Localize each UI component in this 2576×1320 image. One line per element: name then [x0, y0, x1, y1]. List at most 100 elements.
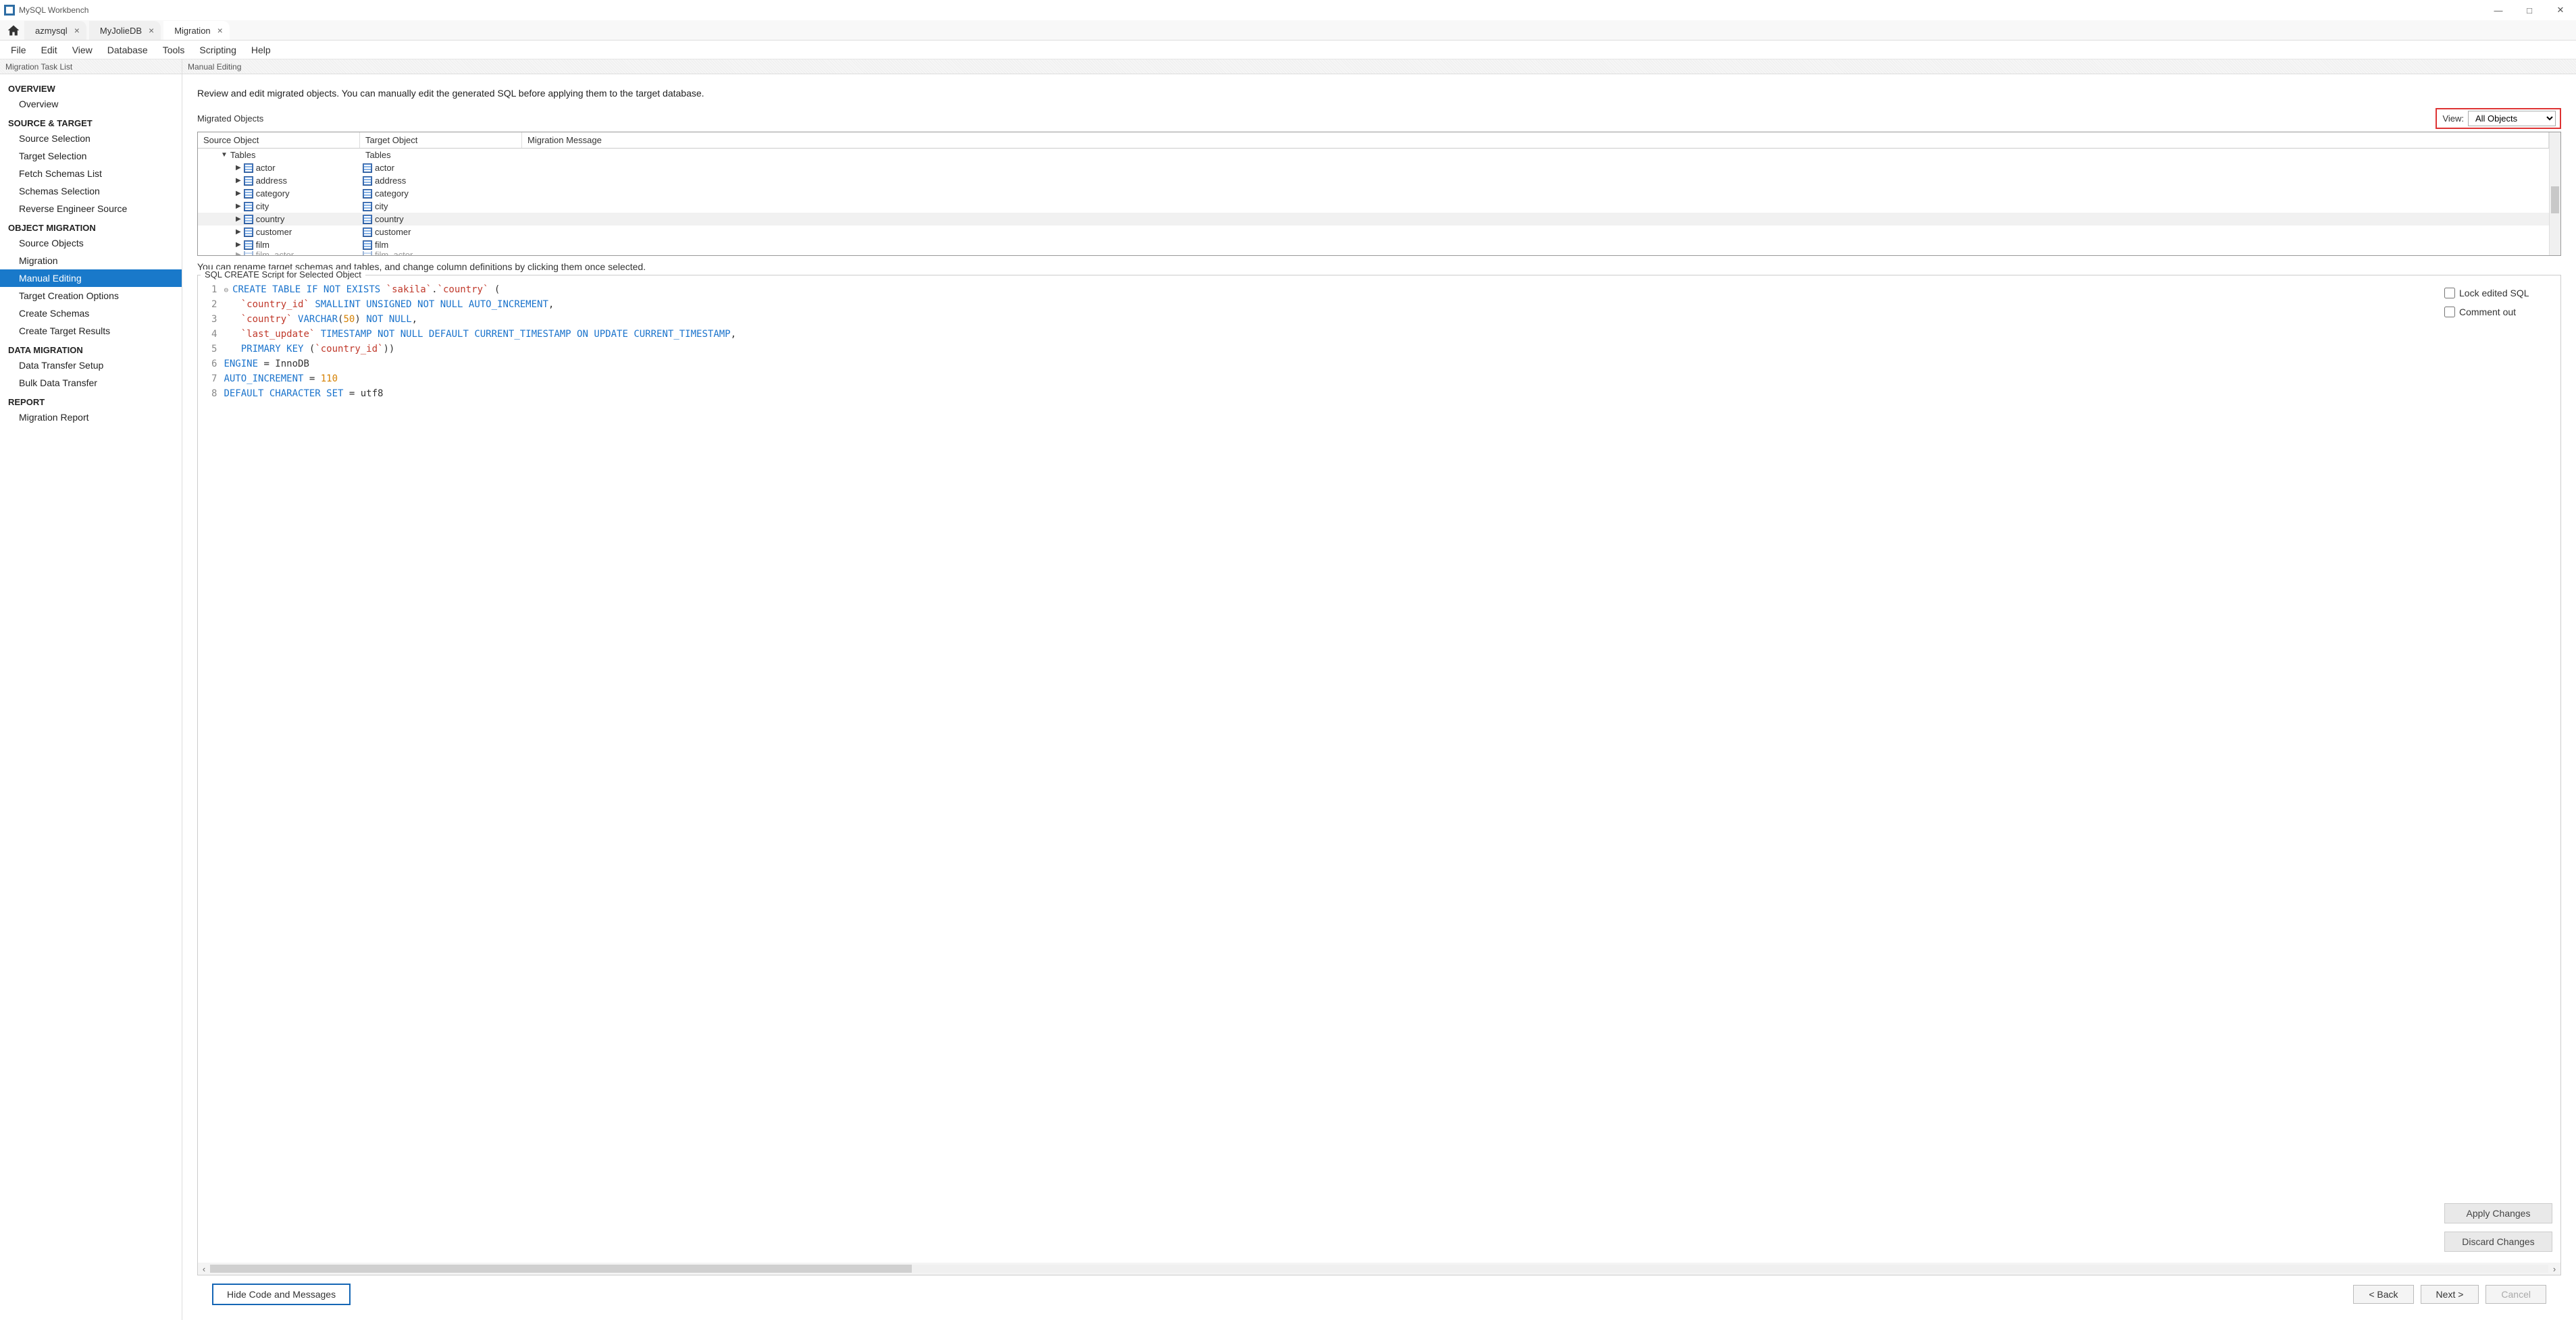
app-icon [4, 5, 15, 16]
view-select[interactable]: All Objects [2468, 111, 2556, 126]
sidebar: Migration Task List OVERVIEW Overview SO… [0, 59, 182, 1320]
sql-editor[interactable]: 12345678 ⊖CREATE TABLE IF NOT EXISTS `sa… [198, 280, 2439, 1260]
task-source-selection[interactable]: Source Selection [0, 130, 182, 147]
task-target-creation-options[interactable]: Target Creation Options [0, 287, 182, 305]
menu-view[interactable]: View [66, 42, 99, 58]
table-row[interactable]: categorycategory [198, 187, 2549, 200]
table-row[interactable]: filmfilm [198, 238, 2549, 251]
minimize-button[interactable]: — [2483, 0, 2514, 20]
hide-code-button[interactable]: Hide Code and Messages [212, 1284, 351, 1305]
section-object-migration: OBJECT MIGRATION [0, 217, 182, 234]
chevron-right-icon[interactable] [236, 164, 241, 171]
task-create-schemas[interactable]: Create Schemas [0, 305, 182, 322]
table-icon [363, 202, 372, 211]
task-schemas-selection[interactable]: Schemas Selection [0, 182, 182, 200]
table-icon [244, 163, 253, 173]
table-icon [244, 251, 253, 255]
chevron-right-icon[interactable] [236, 251, 241, 255]
task-create-target-results[interactable]: Create Target Results [0, 322, 182, 340]
section-data-migration: DATA MIGRATION [0, 340, 182, 357]
sql-code[interactable]: ⊖CREATE TABLE IF NOT EXISTS `sakila`.`co… [224, 280, 736, 1260]
migrated-objects-label: Migrated Objects [197, 113, 263, 124]
task-manual-editing[interactable]: Manual Editing [0, 269, 182, 287]
chevron-down-icon[interactable] [221, 151, 228, 159]
chevron-right-icon[interactable] [236, 228, 241, 236]
col-migration-message[interactable]: Migration Message [522, 132, 2549, 148]
comment-out-checkbox[interactable]: Comment out [2444, 307, 2555, 317]
task-fetch-schemas[interactable]: Fetch Schemas List [0, 165, 182, 182]
sql-gutter: 12345678 [198, 280, 224, 1260]
view-filter-block: View: All Objects [2436, 108, 2561, 129]
chevron-right-icon[interactable] [236, 190, 241, 197]
cancel-button[interactable]: Cancel [2485, 1285, 2546, 1304]
col-target-object[interactable]: Target Object [360, 132, 522, 148]
col-source-object[interactable]: Source Object [198, 132, 360, 148]
task-source-objects[interactable]: Source Objects [0, 234, 182, 252]
table-icon [244, 215, 253, 224]
menu-scripting[interactable]: Scripting [192, 42, 242, 58]
tab-migration[interactable]: Migration × [163, 21, 230, 40]
sidebar-header: Migration Task List [0, 59, 182, 74]
main-panel: Manual Editing Review and edit migrated … [182, 59, 2576, 1320]
table-icon [363, 189, 372, 199]
group-row-tables[interactable]: Tables Tables [198, 149, 2549, 161]
main-header: Manual Editing [182, 59, 2576, 74]
horizontal-scrollbar[interactable]: ‹ › [198, 1263, 2560, 1275]
task-bulk-data-transfer[interactable]: Bulk Data Transfer [0, 374, 182, 392]
tab-azmysql[interactable]: azmysql × [24, 21, 86, 40]
tab-myjoliedb[interactable]: MyJolieDB × [89, 21, 161, 40]
table-icon [363, 215, 372, 224]
close-icon[interactable]: × [74, 25, 80, 36]
apply-changes-button[interactable]: Apply Changes [2444, 1203, 2552, 1223]
instructions-text: Review and edit migrated objects. You ca… [197, 88, 2561, 99]
table-icon [244, 228, 253, 237]
table-row[interactable]: actoractor [198, 161, 2549, 174]
task-migration-report[interactable]: Migration Report [0, 408, 182, 426]
task-migration[interactable]: Migration [0, 252, 182, 269]
chevron-right-icon[interactable] [236, 203, 241, 210]
menu-database[interactable]: Database [101, 42, 155, 58]
table-icon [363, 228, 372, 237]
menu-tools[interactable]: Tools [156, 42, 192, 58]
task-reverse-engineer[interactable]: Reverse Engineer Source [0, 200, 182, 217]
discard-changes-button[interactable]: Discard Changes [2444, 1232, 2552, 1252]
table-icon [244, 189, 253, 199]
next-button[interactable]: Next > [2421, 1285, 2479, 1304]
table-icon [363, 251, 372, 255]
titlebar: MySQL Workbench — □ ✕ [0, 0, 2576, 20]
chevron-right-icon[interactable] [236, 215, 241, 223]
table-row[interactable]: citycity [198, 200, 2549, 213]
task-target-selection[interactable]: Target Selection [0, 147, 182, 165]
table-icon [363, 240, 372, 250]
menu-edit[interactable]: Edit [34, 42, 64, 58]
chevron-right-icon[interactable] [236, 241, 241, 248]
table-row[interactable]: countrycountry [198, 213, 2549, 226]
task-overview[interactable]: Overview [0, 95, 182, 113]
home-icon [7, 24, 20, 37]
objects-grid: Source Object Target Object Migration Me… [197, 132, 2561, 256]
table-row[interactable]: film_actorfilm_actor [198, 251, 2549, 255]
table-icon [244, 176, 253, 186]
close-icon[interactable]: × [149, 25, 154, 36]
sql-frame-title: SQL CREATE Script for Selected Object [201, 269, 365, 280]
table-row[interactable]: customercustomer [198, 226, 2549, 238]
rename-hint: You can rename target schemas and tables… [197, 261, 2561, 272]
chevron-right-icon[interactable] [236, 177, 241, 184]
app-title: MySQL Workbench [19, 5, 88, 15]
maximize-button[interactable]: □ [2514, 0, 2545, 20]
task-list: OVERVIEW Overview SOURCE & TARGET Source… [0, 74, 182, 430]
table-icon [363, 176, 372, 186]
back-button[interactable]: < Back [2353, 1285, 2413, 1304]
task-data-transfer-setup[interactable]: Data Transfer Setup [0, 357, 182, 374]
section-source-target: SOURCE & TARGET [0, 113, 182, 130]
menu-help[interactable]: Help [244, 42, 278, 58]
vertical-scrollbar[interactable] [2549, 132, 2560, 255]
lock-sql-checkbox[interactable]: Lock edited SQL [2444, 288, 2555, 298]
home-tab[interactable] [3, 21, 24, 40]
view-label: View: [2442, 113, 2464, 124]
menu-file[interactable]: File [4, 42, 33, 58]
close-icon[interactable]: × [217, 25, 223, 36]
close-button[interactable]: ✕ [2545, 0, 2576, 20]
section-overview: OVERVIEW [0, 78, 182, 95]
table-row[interactable]: addressaddress [198, 174, 2549, 187]
